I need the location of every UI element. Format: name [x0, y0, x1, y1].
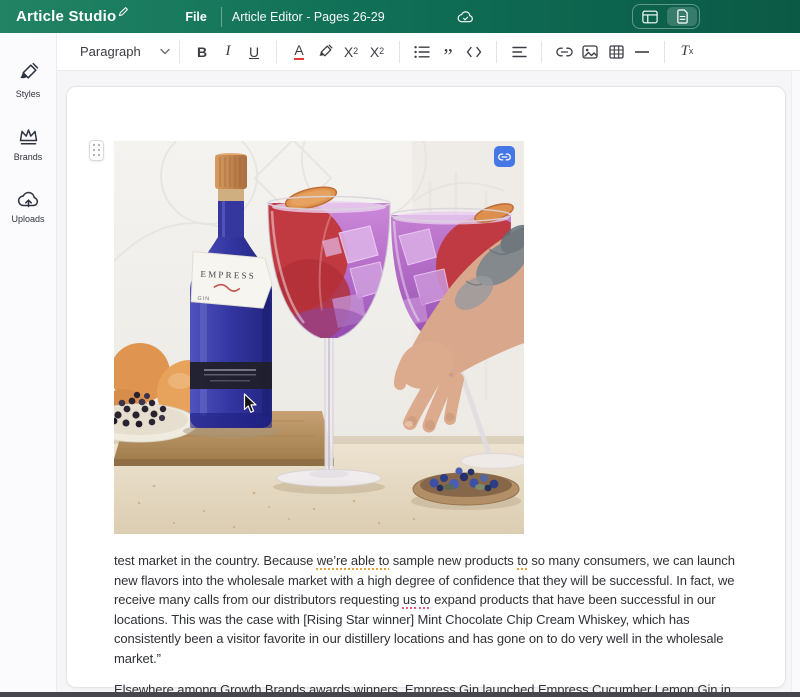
autosave-cloud-icon [457, 10, 474, 24]
image-link-badge[interactable] [494, 146, 515, 167]
sidebar-item-label: Uploads [11, 214, 44, 224]
app-title: Article Studio [16, 8, 116, 25]
sidebar-item-label: Styles [16, 89, 41, 99]
view-toggle-group [632, 4, 700, 29]
formatting-toolbar: Paragraph B I U A X2 X2 ” Tx [57, 33, 800, 71]
code-button[interactable] [461, 39, 487, 65]
subscript-button[interactable]: X2 [364, 39, 390, 65]
italic-button[interactable]: I [215, 39, 241, 65]
sidebar-item-brands[interactable]: Brands [14, 126, 43, 162]
cloud-upload-icon [17, 189, 40, 209]
toolbar-divider [496, 41, 497, 63]
sidebar-item-uploads[interactable]: Uploads [11, 189, 44, 224]
sidebar-item-label: Brands [14, 152, 43, 162]
window-bottom-edge [0, 692, 800, 697]
left-sidebar: Styles Brands Uploads [0, 33, 57, 692]
sidebar-item-styles[interactable]: Styles [16, 62, 41, 99]
toolbar-divider [664, 41, 665, 63]
block-style-value: Paragraph [80, 44, 141, 59]
toolbar-divider [541, 41, 542, 63]
app-logo: Article Studio [16, 8, 129, 25]
image-button[interactable] [577, 39, 603, 65]
bottle-label-text: EMPRESS [200, 269, 256, 281]
pen-icon [118, 6, 129, 17]
toolbar-divider [399, 41, 400, 63]
toolbar-divider [276, 41, 277, 63]
highlighter-button[interactable] [312, 39, 338, 65]
file-menu-button[interactable]: File [177, 6, 215, 28]
app-header: Article Studio File Article Editor - Pag… [0, 0, 800, 33]
link-button[interactable] [551, 39, 577, 65]
bold-button[interactable]: B [189, 39, 215, 65]
chevron-down-icon [160, 48, 170, 55]
table-button[interactable] [603, 39, 629, 65]
underline-button[interactable]: U [241, 39, 267, 65]
align-button[interactable] [506, 39, 532, 65]
grid-view-button[interactable] [635, 7, 665, 26]
blockquote-button[interactable]: ” [435, 39, 461, 65]
superscript-button[interactable]: X2 [338, 39, 364, 65]
article-image[interactable]: EMPRESS GIN [114, 141, 524, 534]
bullet-list-button[interactable] [409, 39, 435, 65]
page-card: EMPRESS GIN [66, 86, 786, 688]
header-divider [221, 7, 222, 27]
block-drag-handle[interactable] [89, 140, 104, 161]
link-icon [498, 153, 511, 161]
editor-body[interactable]: test market in the country. Because we’r… [114, 551, 750, 697]
document-title: Article Editor - Pages 26-29 [232, 10, 385, 24]
paragraph[interactable]: test market in the country. Because we’r… [114, 551, 750, 668]
crown-icon [17, 126, 40, 147]
horizontal-rule-button[interactable] [629, 39, 655, 65]
annotation-error: to [420, 592, 431, 607]
annotation-error: us [403, 592, 417, 607]
document-view-button[interactable] [667, 7, 697, 26]
clear-formatting-button[interactable]: Tx [674, 39, 700, 65]
text-color-button[interactable]: A [286, 39, 312, 65]
bottle-gin-text: GIN [197, 296, 210, 302]
scrollbar-track[interactable] [791, 71, 800, 692]
annotation-warn: to [517, 553, 528, 568]
annotation-warn: we’re able to [317, 553, 389, 568]
editor-canvas: EMPRESS GIN [57, 71, 800, 692]
brush-icon [17, 62, 39, 84]
toolbar-divider [179, 41, 180, 63]
block-style-select[interactable]: Paragraph [80, 44, 170, 59]
